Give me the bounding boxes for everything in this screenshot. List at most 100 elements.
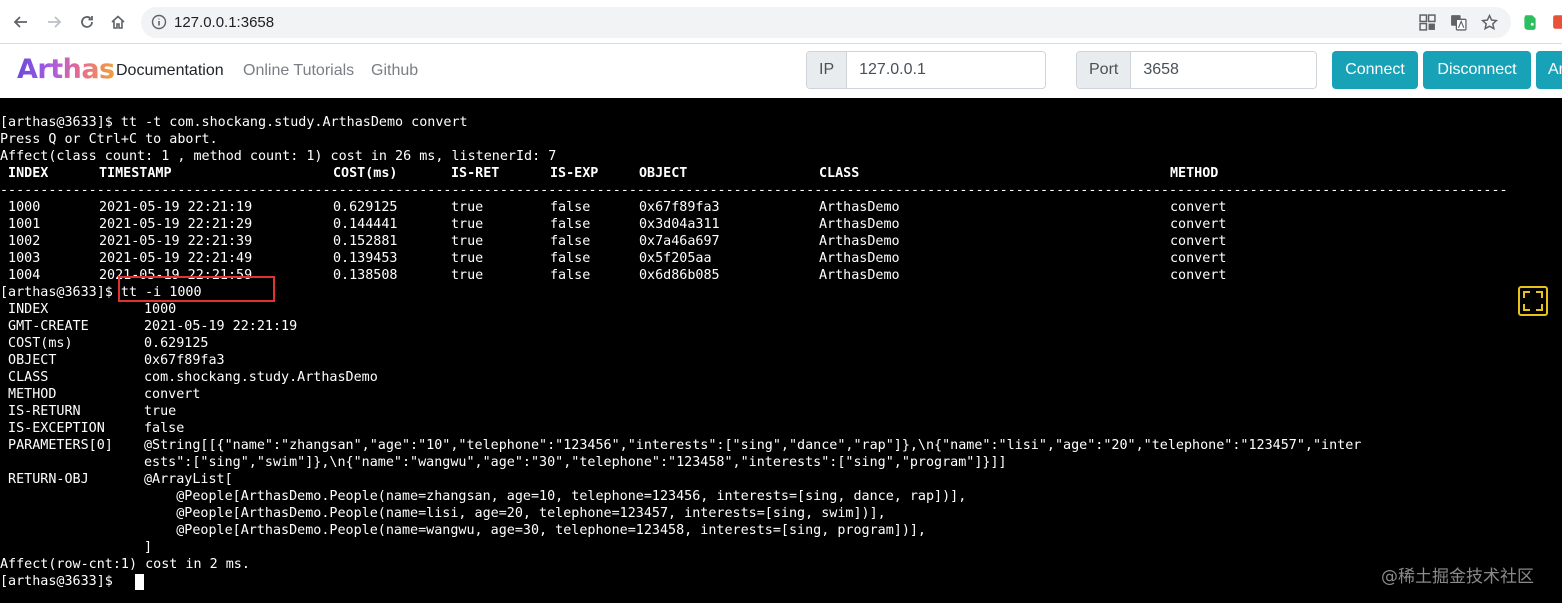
forward-icon[interactable] bbox=[41, 9, 67, 35]
ip-input[interactable] bbox=[847, 52, 1045, 88]
cell-index: 1004 bbox=[0, 268, 41, 283]
detail-key: INDEX bbox=[0, 302, 49, 317]
connect-button[interactable]: Connect bbox=[1332, 51, 1418, 89]
cell-object: 0x67f89fa3 bbox=[639, 200, 720, 215]
cell-cost: 0.629125 bbox=[333, 200, 398, 215]
cell-timestamp: 2021-05-19 22:21:29 bbox=[99, 217, 253, 232]
detail-value: @String[[{"name":"zhangsan","age":"10","… bbox=[144, 438, 1362, 453]
detail-key: IS-EXCEPTION bbox=[0, 421, 105, 436]
detail-value: false bbox=[144, 421, 185, 436]
header-timestamp: TIMESTAMP bbox=[99, 166, 172, 181]
arthas-logo[interactable]: Arthas bbox=[17, 54, 115, 85]
cell-class: ArthasDemo bbox=[819, 217, 900, 232]
cell-class: ArthasDemo bbox=[819, 200, 900, 215]
detail-value: ests":["sing","swim"]},\n{"name":"wangwu… bbox=[144, 455, 1007, 470]
cell-method: convert bbox=[1170, 217, 1227, 232]
nav-github[interactable]: Github bbox=[371, 62, 418, 80]
detail-value: @ArrayList[ bbox=[144, 472, 233, 487]
ip-input-group: IP bbox=[806, 51, 1046, 89]
extension-icon[interactable] bbox=[1552, 13, 1562, 31]
detail-key: METHOD bbox=[0, 387, 57, 402]
cell-index: 1002 bbox=[0, 234, 41, 249]
home-icon[interactable] bbox=[105, 9, 131, 35]
cell-index: 1000 bbox=[0, 200, 41, 215]
ip-label: IP bbox=[807, 52, 848, 88]
cell-method: convert bbox=[1170, 268, 1227, 283]
bookmark-star-icon[interactable] bbox=[1481, 14, 1498, 31]
cell-isexp: false bbox=[550, 268, 591, 283]
detail-value: @People[ArthasDemo.People(name=wangwu, a… bbox=[144, 523, 926, 538]
cell-timestamp: 2021-05-19 22:21:39 bbox=[99, 234, 253, 249]
detail-value: @People[ArthasDemo.People(name=lisi, age… bbox=[144, 506, 886, 521]
cell-isret: true bbox=[451, 217, 484, 232]
detail-key: PARAMETERS[0] bbox=[0, 438, 113, 453]
app-navbar: Arthas Documentation Online Tutorials Gi… bbox=[0, 44, 1562, 98]
cell-isret: true bbox=[451, 268, 484, 283]
header-index: INDEX bbox=[0, 166, 49, 181]
header-is-ret: IS-RET bbox=[451, 166, 500, 181]
detail-value: true bbox=[144, 404, 177, 419]
detail-key: RETURN-OBJ bbox=[0, 472, 89, 487]
header-is-exp: IS-EXP bbox=[550, 166, 599, 181]
url-text[interactable]: 127.0.0.1:3658 bbox=[174, 14, 274, 31]
detail-value: convert bbox=[144, 387, 201, 402]
detail-key: GMT-CREATE bbox=[0, 319, 89, 334]
cell-timestamp: 2021-05-19 22:21:19 bbox=[99, 200, 253, 215]
cell-isexp: false bbox=[550, 234, 591, 249]
reload-icon[interactable] bbox=[74, 9, 100, 35]
detail-value: 0.629125 bbox=[144, 336, 209, 351]
detail-value: 1000 bbox=[144, 302, 177, 317]
cell-object: 0x7a46a697 bbox=[639, 234, 720, 249]
header-cost: COST(ms) bbox=[333, 166, 398, 181]
cell-isret: true bbox=[451, 251, 484, 266]
info-icon[interactable] bbox=[151, 14, 167, 30]
nav-online-tutorials[interactable]: Online Tutorials bbox=[243, 62, 354, 80]
watermark: @稀土掘金技术社区 bbox=[1381, 567, 1534, 587]
back-icon[interactable] bbox=[8, 9, 34, 35]
terminal-output-line: Press Q or Ctrl+C to abort. bbox=[0, 132, 218, 147]
terminal-output-line: Affect(class count: 1 , method count: 1)… bbox=[0, 149, 557, 164]
cell-class: ArthasDemo bbox=[819, 268, 900, 283]
header-class: CLASS bbox=[819, 166, 860, 181]
detail-key: OBJECT bbox=[0, 353, 57, 368]
cell-cost: 0.152881 bbox=[333, 234, 398, 249]
detail-value: com.shockang.study.ArthasDemo bbox=[144, 370, 378, 385]
cell-class: ArthasDemo bbox=[819, 234, 900, 249]
table-separator: ----------------------------------------… bbox=[0, 183, 1508, 198]
cell-method: convert bbox=[1170, 200, 1227, 215]
cell-isexp: false bbox=[550, 251, 591, 266]
terminal[interactable]: [arthas@3633]$ tt -t com.shockang.study.… bbox=[0, 98, 1562, 603]
cell-isret: true bbox=[451, 200, 484, 215]
detail-value: @People[ArthasDemo.People(name=zhangsan,… bbox=[144, 489, 967, 504]
evernote-extension-icon[interactable] bbox=[1521, 13, 1539, 31]
address-bar[interactable]: 127.0.0.1:3658 bbox=[141, 7, 1511, 38]
terminal-output-line: Affect(row-cnt:1) cost in 2 ms. bbox=[0, 557, 250, 572]
detail-key: COST(ms) bbox=[0, 336, 73, 351]
cell-isret: true bbox=[451, 234, 484, 249]
disconnect-button[interactable]: Disconnect bbox=[1423, 51, 1531, 89]
cell-index: 1003 bbox=[0, 251, 41, 266]
detail-key: IS-RETURN bbox=[0, 404, 81, 419]
cell-object: 0x6d86b085 bbox=[639, 268, 720, 283]
command-highlight-box bbox=[118, 276, 275, 302]
port-input[interactable] bbox=[1131, 52, 1316, 88]
detail-value: 2021-05-19 22:21:19 bbox=[144, 319, 298, 334]
apps-grid-icon[interactable] bbox=[1419, 14, 1436, 31]
cell-index: 1001 bbox=[0, 217, 41, 232]
arthas-output-button[interactable]: Ar bbox=[1536, 51, 1562, 89]
cell-method: convert bbox=[1170, 234, 1227, 249]
header-object: OBJECT bbox=[639, 166, 688, 181]
header-method: METHOD bbox=[1170, 166, 1219, 181]
terminal-command-line: [arthas@3633]$ tt -t com.shockang.study.… bbox=[0, 115, 468, 130]
translate-icon[interactable] bbox=[1450, 14, 1467, 31]
nav-documentation[interactable]: Documentation bbox=[116, 62, 224, 80]
detail-value: 0x67f89fa3 bbox=[144, 353, 225, 368]
cell-object: 0x5f205aa bbox=[639, 251, 712, 266]
cell-class: ArthasDemo bbox=[819, 251, 900, 266]
cell-isexp: false bbox=[550, 217, 591, 232]
cell-cost: 0.144441 bbox=[333, 217, 398, 232]
port-input-group: Port bbox=[1076, 51, 1317, 89]
detail-value: ] bbox=[144, 540, 153, 555]
detail-key: CLASS bbox=[0, 370, 49, 385]
fullscreen-icon[interactable] bbox=[1518, 286, 1548, 316]
